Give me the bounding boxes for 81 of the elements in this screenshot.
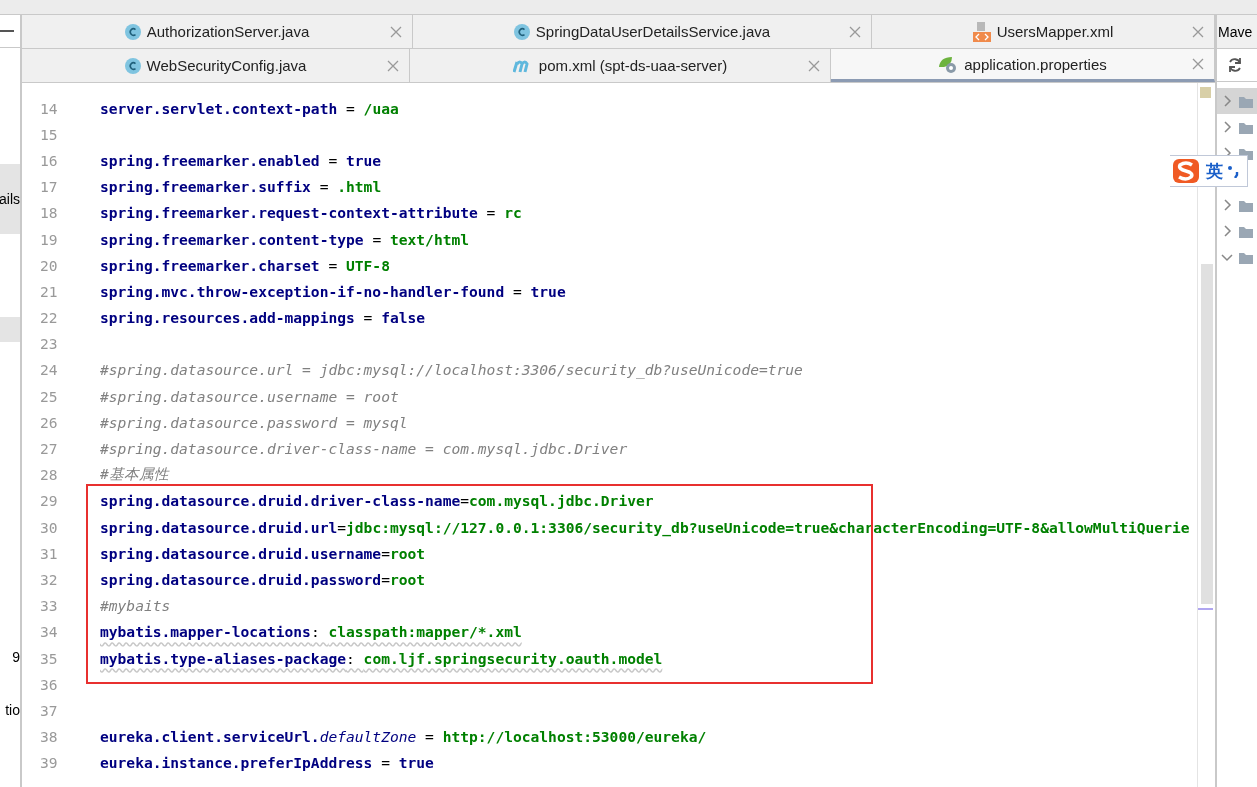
chevron-right-icon[interactable]	[1221, 95, 1233, 107]
line-number: 24	[39, 361, 59, 379]
tree-row[interactable]: 9	[0, 644, 20, 670]
code-line: spring.freemarker.request-context-attribute = rc	[99, 204, 522, 222]
line-number: 25	[39, 387, 59, 405]
line-number: 31	[39, 544, 59, 562]
line-number: 37	[39, 701, 59, 719]
scrollbar-thumb[interactable]	[1201, 264, 1213, 604]
line-number: 17	[39, 178, 59, 196]
close-icon[interactable]	[1192, 58, 1204, 70]
class-icon	[124, 57, 141, 74]
line-number: 23	[39, 335, 59, 353]
line-number: 18	[39, 204, 59, 222]
error-stripe-marker	[1198, 608, 1213, 610]
code-line: spring.freemarker.content-type = text/html	[99, 230, 470, 248]
line-number: 30	[39, 518, 59, 536]
close-icon[interactable]	[808, 59, 820, 72]
line-number: 29	[39, 492, 59, 510]
close-icon[interactable]	[1192, 25, 1204, 38]
folder-icon	[1239, 250, 1253, 264]
line-number: 38	[39, 728, 59, 746]
line-number: 39	[39, 754, 59, 772]
line-number: 19	[39, 230, 59, 248]
code-line: spring.mvc.throw-exception-if-no-handler-found = true	[99, 282, 566, 300]
close-icon[interactable]	[390, 25, 402, 38]
code-line: #mybaits	[99, 597, 171, 615]
folder-icon	[1239, 120, 1253, 134]
line-number: 32	[39, 570, 59, 588]
line-number: 22	[39, 309, 59, 327]
chevron-down-icon[interactable]	[1221, 251, 1233, 263]
code-line: spring.resources.add-mappings = false	[99, 309, 426, 327]
tree-row[interactable]	[1217, 88, 1257, 114]
folder-icon	[1239, 198, 1253, 212]
close-icon[interactable]	[387, 59, 399, 72]
spring-leaf-icon	[938, 55, 959, 73]
chevron-right-icon[interactable]	[1221, 121, 1233, 133]
refresh-icon[interactable]	[1227, 57, 1243, 73]
line-number: 14	[39, 99, 59, 117]
line-number: 35	[39, 649, 59, 667]
code-line: spring.freemarker.suffix = .html	[99, 178, 382, 196]
chevron-right-icon[interactable]	[1221, 225, 1233, 237]
editor-tab[interactable]: application.properties	[831, 49, 1215, 82]
code-line: spring.freemarker.enabled = true	[99, 151, 382, 169]
code-line: mybatis.type-aliases-package: com.ljf.springsecurity.oauth.model	[99, 649, 663, 667]
chevron-right-icon[interactable]	[1221, 199, 1233, 211]
folder-icon	[1239, 94, 1253, 108]
code-line: spring.freemarker.charset = UTF-8	[99, 256, 390, 274]
minimize-icon[interactable]	[0, 29, 14, 33]
line-number: 21	[39, 282, 59, 300]
line-number: 15	[39, 125, 59, 143]
punctuation-icon[interactable]	[1227, 164, 1241, 178]
code-line: spring.datasource.druid.username=root	[99, 544, 426, 562]
line-number: 28	[39, 466, 59, 484]
line-number: 26	[39, 413, 59, 431]
code-line: #spring.datasource.driver-class-name = com.mysql.jdbc.Driver	[99, 440, 628, 458]
code-line: spring.datasource.druid.driver-class-name=com.mysql.jdbc.Driver	[99, 492, 654, 510]
xml-file-icon	[972, 21, 991, 42]
class-icon	[513, 23, 530, 40]
code-line: server.servlet.context-path = /uaa	[99, 99, 399, 117]
status-marker	[1200, 87, 1211, 98]
line-number: 36	[39, 675, 59, 693]
code-line: #基本属性	[99, 465, 169, 485]
code-line: eureka.client.serviceUrl.defaultZone = http://localhost:53000/eureka/	[99, 728, 707, 746]
code-line: mybatis.mapper-locations: classpath:mapper/*.xml	[99, 623, 522, 641]
folder-icon	[1239, 224, 1253, 238]
code-line: #spring.datasource.password = mysql	[99, 413, 408, 431]
line-number: 34	[39, 623, 59, 641]
line-number: 33	[39, 597, 59, 615]
line-number: 16	[39, 151, 59, 169]
close-icon[interactable]	[849, 25, 861, 38]
tree-row[interactable]: ails	[0, 164, 20, 234]
code-line: #spring.datasource.username = root	[99, 387, 399, 405]
class-icon	[124, 23, 141, 40]
code-line: eureka.instance.preferIpAddress = true	[99, 754, 434, 772]
code-line: #spring.datasource.url = jdbc:mysql://localhost:3306/security_db?useUnicode=true	[99, 361, 803, 379]
ime-mode-label[interactable]: 英	[1206, 159, 1223, 183]
ime-logo-icon[interactable]	[1170, 156, 1202, 186]
code-line: spring.datasource.druid.password=root	[99, 570, 426, 588]
line-number: 20	[39, 256, 59, 274]
tree-row[interactable]: tio	[0, 697, 20, 723]
line-number: 27	[39, 440, 59, 458]
